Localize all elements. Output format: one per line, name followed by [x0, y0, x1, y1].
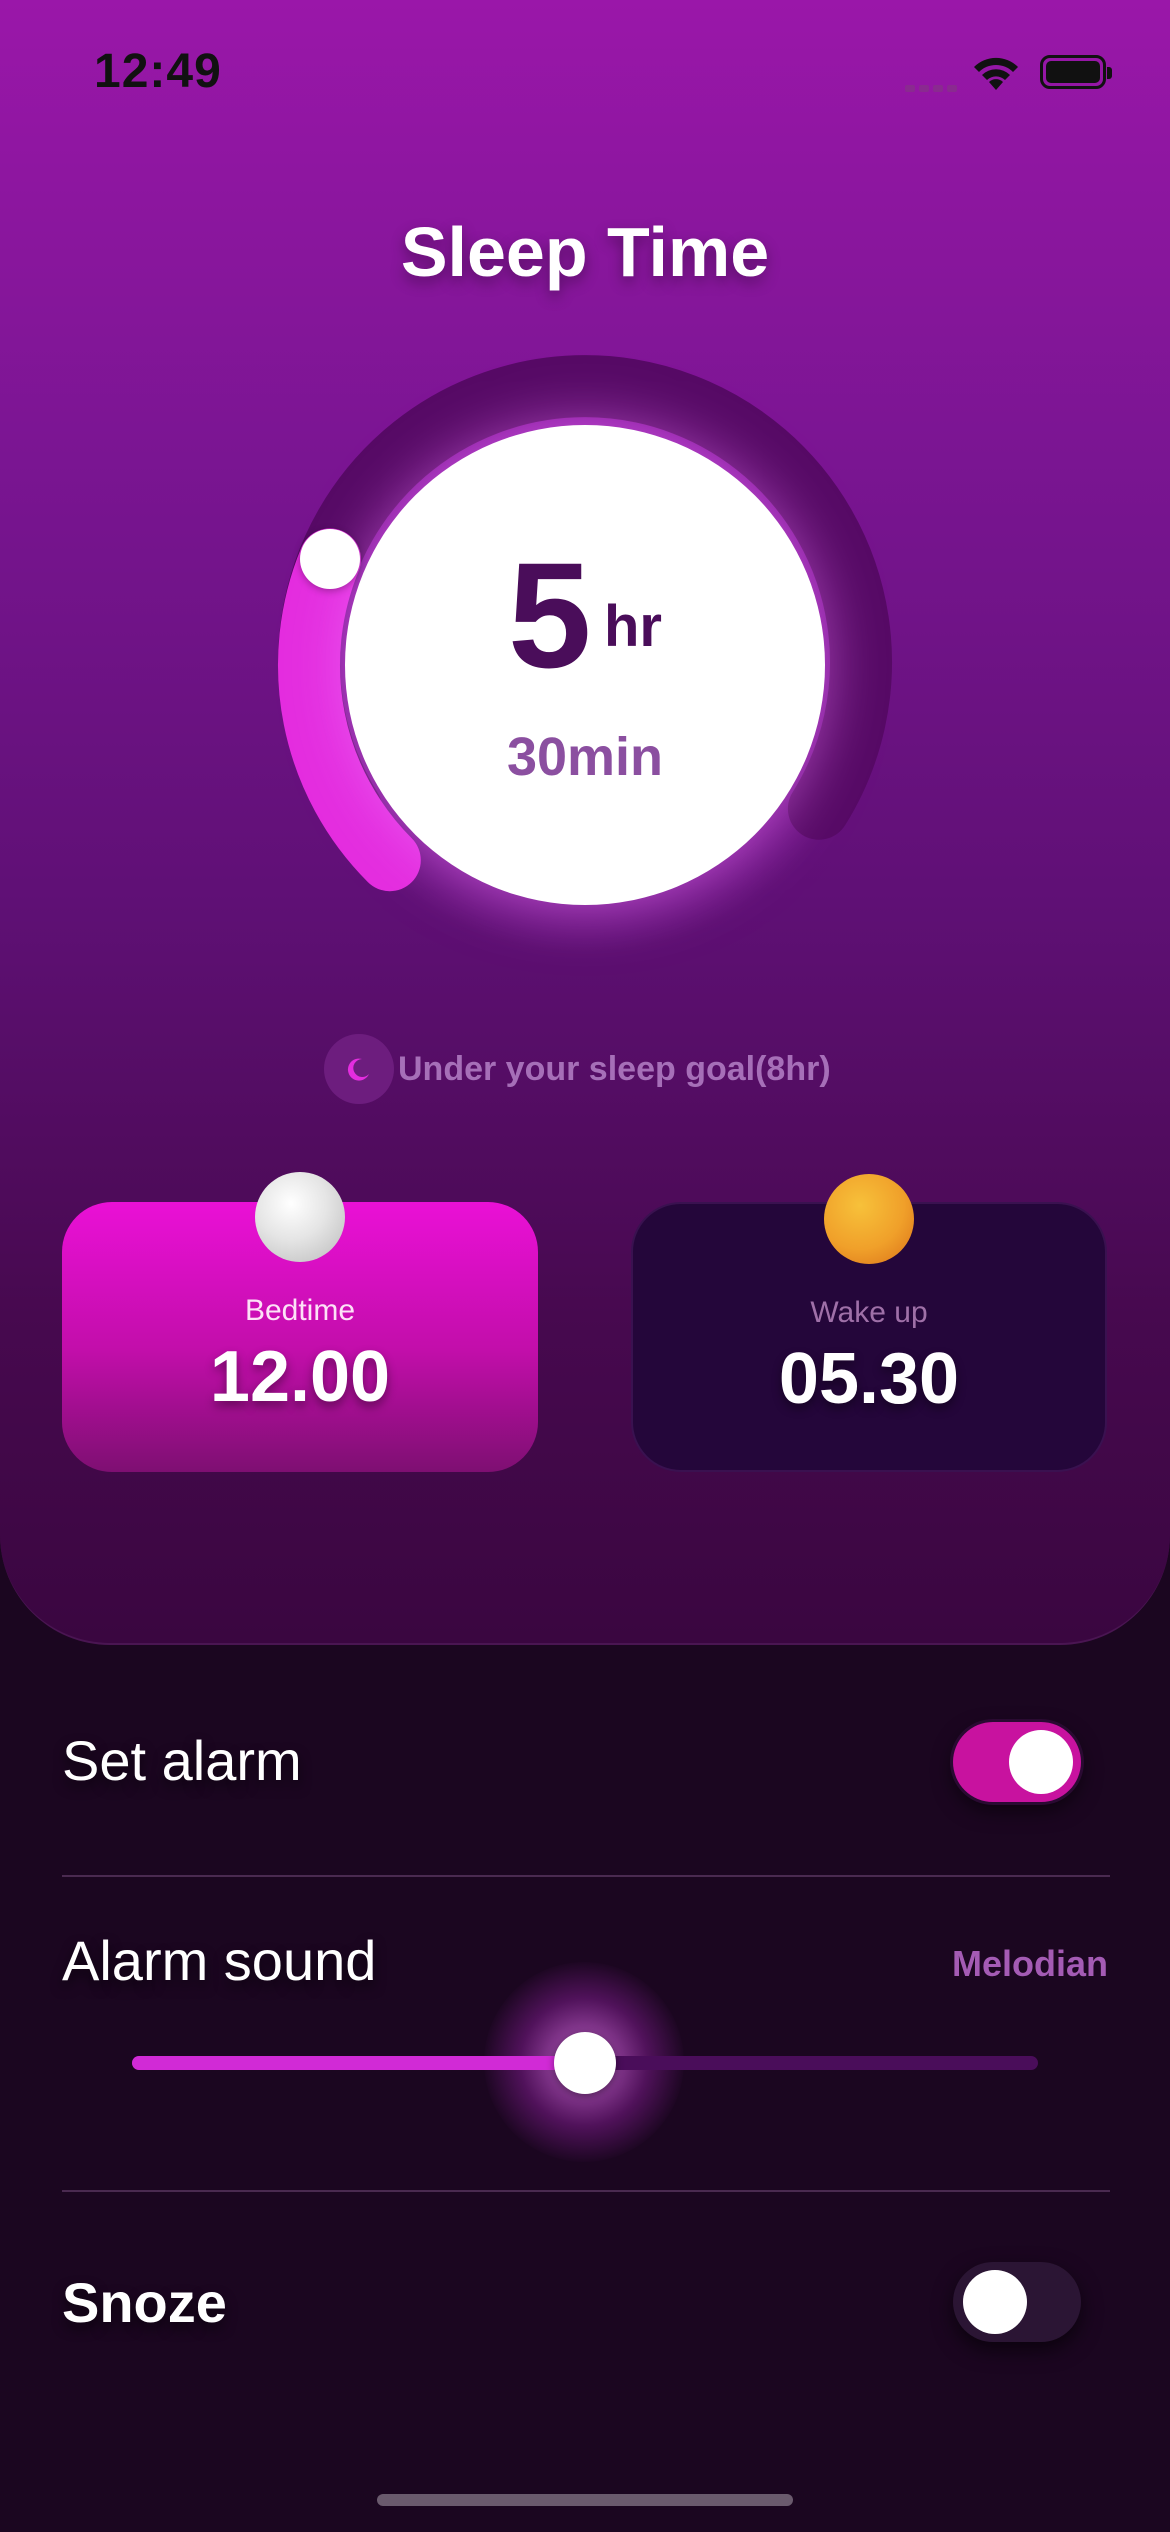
moon-orb-icon — [255, 1172, 345, 1262]
wakeup-card[interactable]: Wake up 05.30 — [631, 1174, 1107, 1472]
sleep-minutes: 30min — [506, 727, 664, 787]
page-title: Sleep Time — [400, 213, 770, 291]
set-alarm-toggle-thumb — [1009, 1730, 1073, 1794]
wakeup-label: Wake up — [810, 1296, 928, 1329]
battery-icon — [1040, 55, 1112, 89]
sleep-goal-note: Under your sleep goal(8hr) — [324, 1033, 831, 1105]
divider — [62, 2190, 1110, 2192]
bedtime-card[interactable]: Bedtime 12.00 — [62, 1172, 538, 1472]
bedtime-label: Bedtime — [244, 1294, 356, 1327]
sleep-panel: 12:49 Sleep Time 5 hr 30min Under your s… — [0, 0, 1170, 1645]
sun-orb-icon — [824, 1174, 914, 1264]
snooze-toggle-thumb — [963, 2270, 1027, 2334]
sleep-hours: 5 — [508, 531, 592, 699]
alarm-volume-thumb[interactable] — [554, 2032, 616, 2094]
dial-handle[interactable] — [300, 529, 360, 589]
set-alarm-label: Set alarm — [62, 1729, 302, 1792]
sleep-hours-unit: hr — [604, 594, 662, 659]
signal-icon — [905, 79, 961, 92]
snooze-toggle[interactable] — [953, 2262, 1081, 2342]
wifi-icon — [970, 52, 1022, 97]
alarm-volume-fill — [132, 2056, 585, 2070]
alarm-sound-label: Alarm sound — [62, 1929, 377, 1992]
moon-icon — [324, 1034, 394, 1104]
divider — [62, 1875, 1110, 1877]
set-alarm-toggle[interactable] — [953, 1722, 1081, 1802]
alarm-sound-value[interactable]: Melodian — [952, 1943, 1108, 1985]
status-bar: 12:49 — [0, 0, 1170, 150]
bedtime-value: 12.00 — [209, 1337, 391, 1417]
wakeup-value: 05.30 — [778, 1339, 960, 1419]
sleep-goal-text: Under your sleep goal(8hr) — [398, 1049, 831, 1088]
snooze-label: Snoze — [62, 2271, 227, 2334]
home-indicator[interactable] — [377, 2494, 793, 2506]
status-time: 12:49 — [94, 45, 222, 98]
